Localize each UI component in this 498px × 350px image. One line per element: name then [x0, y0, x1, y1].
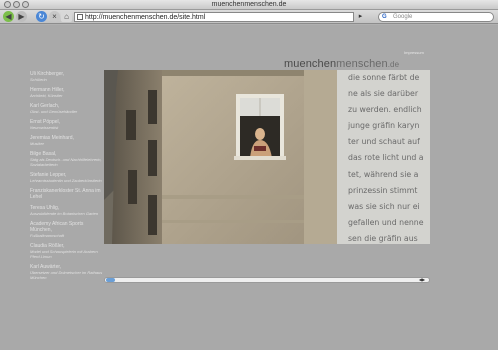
story-text-line: was sie sich nur ei	[348, 201, 420, 211]
person-list-item[interactable]: Claudia Rößler, Model und Schauspielerin …	[30, 243, 105, 259]
story-text-line: junge gräfin karyn	[348, 121, 420, 131]
person-name: Academy African Sports München,	[30, 221, 84, 233]
stop-icon: ×	[52, 12, 57, 21]
story-text-line: ter und schaut auf	[348, 137, 420, 147]
address-bar[interactable]: http://muenchenmenschen.de/site.html	[74, 12, 354, 22]
scrollbar-thumb[interactable]	[106, 278, 115, 282]
person-description: Schülerin	[30, 77, 47, 82]
search-field[interactable]: G Google	[378, 12, 494, 22]
person-description: Neurowissentist	[30, 125, 59, 130]
person-name: Franziskanerkloster St. Anna im Lehel	[30, 188, 101, 200]
story-text-line: die sonne färbt de	[348, 73, 420, 82]
brand-part-menschen: menschen	[336, 58, 388, 70]
story-text-line: gefallen und nenne	[348, 217, 424, 227]
person-list-item[interactable]: Teresa Uhlig, Auszubildende im Botanische…	[30, 205, 105, 216]
reload-icon: ↻	[38, 12, 45, 21]
story-text-panel: die sonne färbt de ne als sie darüber zu w…	[337, 70, 430, 244]
stop-button[interactable]: ×	[49, 11, 60, 22]
person-description: Übersetzer und Dolmetscher im Rathaus Mü…	[30, 270, 103, 280]
scroll-arrows[interactable]: ◀▶	[415, 277, 429, 283]
person-list-item[interactable]: Uli Kirchberger, Schülerin	[30, 71, 105, 82]
person-description: Obst- und Gemüsehändler	[30, 109, 78, 114]
home-button[interactable]: ⌂	[61, 11, 72, 22]
search-placeholder: Google	[393, 14, 413, 20]
scroll-right-arrow-icon[interactable]: ▶	[422, 277, 425, 282]
back-arrow-icon: ◀	[5, 12, 12, 21]
google-search-icon: G	[382, 14, 387, 20]
people-list: Uli Kirchberger, Schülerin Hermann Hiller,…	[30, 71, 105, 285]
address-url: http://muenchenmenschen.de/site.html	[85, 14, 206, 21]
back-button[interactable]: ◀	[3, 11, 14, 22]
person-description: Stdg als Deutsch- und Nachhilfelehrerin,…	[30, 157, 102, 167]
minimize-window-button[interactable]	[13, 1, 20, 8]
title-bar: muenchenmenschen.de	[0, 0, 498, 10]
zoom-window-button[interactable]	[22, 1, 29, 8]
person-description: Lehramtsstudentin und Zauberkünstlerin	[30, 178, 102, 183]
person-description: Architekt, Künstler	[30, 93, 63, 98]
story-text-line: das rote licht und a	[348, 153, 424, 163]
person-description: Auszubildende im Botanischen Garten	[30, 211, 99, 216]
story-text-line: prinzessin stimmt	[348, 185, 418, 195]
person-list-item[interactable]: Bilge Basal, Stdg als Deutsch- und Nachhi…	[30, 151, 105, 167]
impressum-link[interactable]: Impressum	[404, 50, 424, 55]
building-window-photo	[104, 70, 337, 244]
brand-part-domain: .de	[387, 60, 400, 69]
person-description: Musiker	[30, 141, 45, 146]
person-list-item[interactable]: Academy African Sports München, Fußballma…	[30, 221, 105, 238]
person-list-item[interactable]: Karl Auwärter, Übersetzer und Dolmetscher…	[30, 264, 105, 280]
site-logo[interactable]: muenchenmenschen.de	[284, 58, 399, 70]
site-favicon-icon	[77, 14, 83, 20]
portrait-photo	[104, 70, 337, 244]
home-icon: ⌂	[64, 12, 69, 21]
forward-button[interactable]: ▶	[16, 11, 27, 22]
brand-part-muenchen: muenchen	[284, 58, 337, 70]
browser-window: muenchenmenschen.de ◀ ▶ ↻ × ⌂ http://mue…	[0, 0, 498, 350]
forward-arrow-icon: ▶	[18, 12, 25, 21]
close-window-button[interactable]	[4, 1, 11, 8]
person-list-item[interactable]: Jeremias Meinhard, Musiker	[30, 135, 105, 146]
browser-toolbar: ◀ ▶ ↻ × ⌂ http://muenchenmenschen.de/sit…	[0, 10, 498, 24]
window-title: muenchenmenschen.de	[211, 1, 287, 8]
go-button[interactable]: ▸	[356, 12, 365, 22]
person-description: Model und Schauspielerin mit Arabern Pfe…	[30, 249, 98, 259]
story-text-line: tet, während sie a	[348, 169, 419, 179]
person-list-item[interactable]: Ernst Pöppel, Neurowissentist	[30, 119, 105, 130]
person-list-item[interactable]: Franziskanerkloster St. Anna im Lehel	[30, 188, 105, 200]
person-description: Fußballmannschaft	[30, 233, 65, 238]
person-list-item[interactable]: Stefanie Lepper, Lehramtsstudentin und Za…	[30, 172, 105, 183]
horizontal-scrollbar[interactable]: ◀▶	[104, 277, 430, 283]
reload-button[interactable]: ↻	[36, 11, 47, 22]
person-list-item[interactable]: Karl Gerlach, Obst- und Gemüsehändler	[30, 103, 105, 114]
person-list-item[interactable]: Hermann Hiller, Architekt, Künstler	[30, 87, 105, 98]
story-text-line: ne als sie darüber	[348, 89, 419, 99]
story-text-line: zu werden. endlich	[348, 105, 422, 115]
story-text-line: sen die gräfin aus	[348, 233, 418, 243]
